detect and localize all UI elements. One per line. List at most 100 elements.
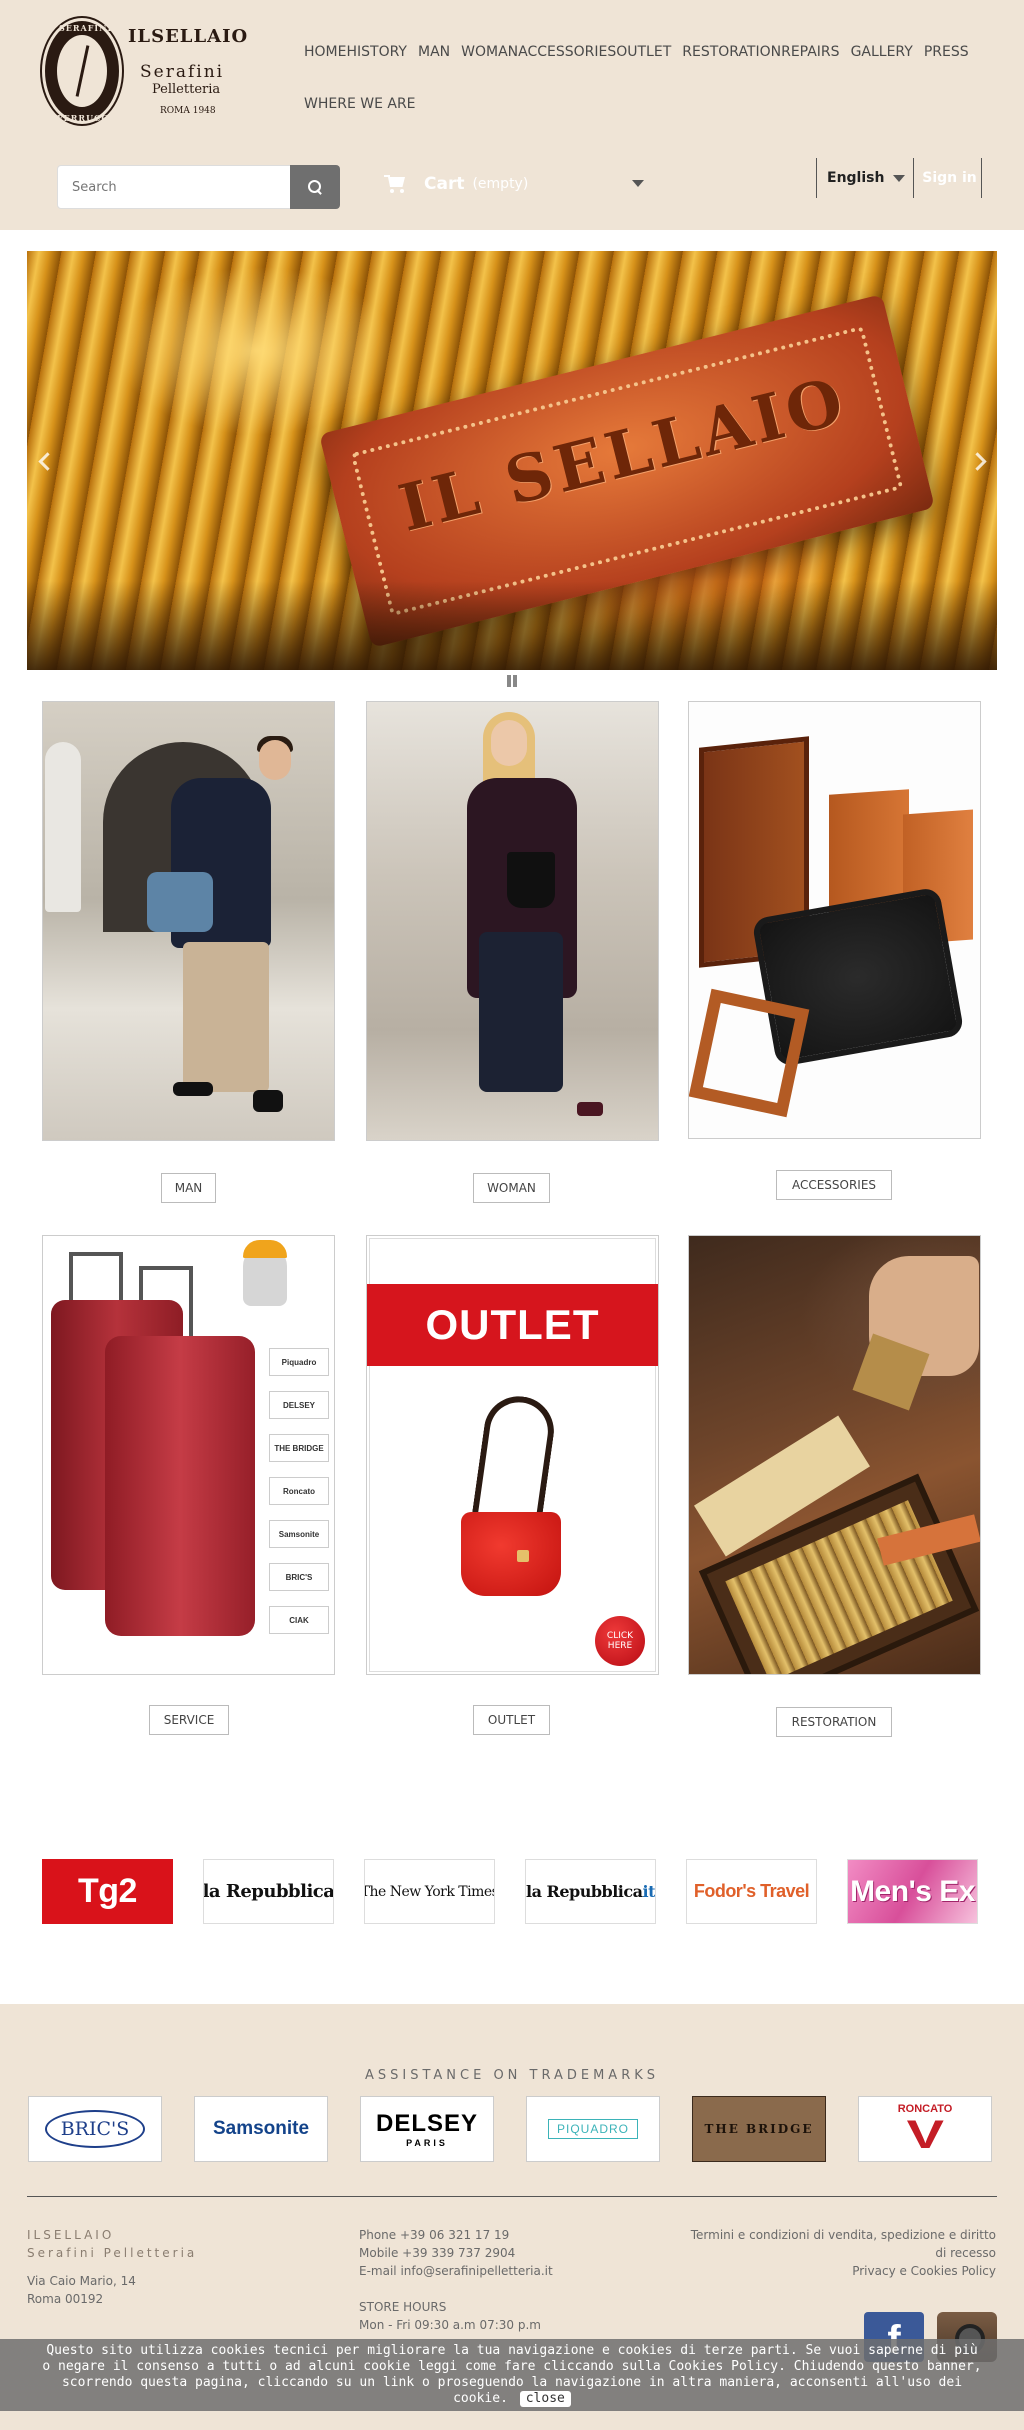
footer-phone[interactable]: Phone +39 06 321 17 19 (359, 2226, 659, 2244)
press-logo-text: Fodor's Travel (693, 1881, 810, 1901)
category-image-restoration[interactable] (688, 1235, 981, 1675)
trademark-name: Samsonite (212, 2118, 310, 2139)
category-image-accessories[interactable] (688, 701, 981, 1139)
trademark-delsey[interactable]: DELSEY PARIS (360, 2096, 494, 2162)
cookie-close-button[interactable]: close (519, 2391, 571, 2407)
press-logo-repubblica[interactable]: la Repubblica (203, 1859, 334, 1924)
nav-restoration[interactable]: RESTORATION (682, 44, 781, 60)
logo-seal-top: SERAFINI (59, 23, 113, 33)
footer-brand: ILSELLAIO (27, 2228, 115, 2242)
outlet-banner-text: OUTLET (425, 1301, 600, 1348)
trademark-name: BRIC'S (44, 2110, 146, 2148)
press-logo-nyt[interactable]: The New York Times (364, 1859, 495, 1924)
chevron-right-icon[interactable] (971, 447, 987, 475)
footer-street: Via Caio Mario, 14 (27, 2274, 136, 2288)
footer-city: Roma 00192 (27, 2292, 104, 2306)
site-logo[interactable]: SERAFINI FERRUCCIO ILSELLAIO Serafini Pe… (42, 18, 252, 128)
site-header: SERAFINI FERRUCCIO ILSELLAIO Serafini Pe… (0, 0, 1024, 230)
press-logo-suffix: it (642, 1882, 655, 1901)
language-selected: English (827, 170, 885, 186)
press-logo-text: la Repubblica (526, 1882, 643, 1901)
pause-icon[interactable] (507, 675, 517, 687)
service-brand-list: Piquadro DELSEY THE BRIDGE Roncato Samso… (269, 1348, 329, 1649)
service-brand: Roncato (269, 1477, 329, 1505)
nav-history[interactable]: HISTORY (346, 44, 407, 60)
category-button-restoration[interactable]: RESTORATION (776, 1707, 892, 1737)
footer-contact: Phone +39 06 321 17 19 Mobile +39 339 73… (359, 2226, 659, 2334)
press-logo-tg2[interactable]: Tg2 (42, 1859, 173, 1924)
category-image-woman[interactable] (366, 701, 659, 1141)
privacy-link[interactable]: Privacy e Cookies Policy (690, 2262, 996, 2280)
footer-mobile[interactable]: Mobile +39 339 737 2904 (359, 2244, 659, 2262)
nav-gallery[interactable]: GALLERY (851, 44, 913, 60)
nav-accessories[interactable]: ACCESSORIES (518, 44, 616, 60)
logo-seal-bottom: FERRUCCIO (57, 113, 122, 123)
cart-status: (empty) (472, 176, 529, 192)
category-button-woman[interactable]: WOMAN (473, 1173, 550, 1203)
click-here-badge[interactable]: CLICK HERE (595, 1616, 645, 1666)
search-button[interactable] (290, 165, 340, 209)
cart-label: Cart (424, 174, 465, 194)
chevron-down-icon (893, 175, 905, 182)
footer-email[interactable]: E-mail info@serafinipelletteria.it (359, 2262, 659, 2280)
trademark-sub: PARIS (406, 2138, 448, 2148)
press-logo-text: The New York Times (364, 1883, 495, 1900)
trademark-name: PIQUADRO (547, 2119, 638, 2139)
category-image-man[interactable] (42, 701, 335, 1141)
nav-where-we-are[interactable]: WHERE WE ARE (304, 96, 416, 112)
press-logo-text: la Repubblica (203, 1881, 334, 1902)
nav-press[interactable]: PRESS (924, 44, 969, 60)
category-button-accessories[interactable]: ACCESSORIES (776, 1170, 892, 1200)
service-brand: BRIC'S (269, 1563, 329, 1591)
search-input[interactable] (57, 165, 291, 209)
terms-link[interactable]: Termini e condizioni di vendita, spedizi… (690, 2226, 996, 2262)
service-brand: Samsonite (269, 1520, 329, 1548)
press-logo-text: Men's Ex (850, 1874, 975, 1908)
trademark-samsonite[interactable]: Samsonite (194, 2096, 328, 2162)
press-logo-text: Tg2 (78, 1872, 137, 1910)
trademark-name: THE BRIDGE (704, 2122, 814, 2136)
footer-brand-sub: Serafini Pelletteria (27, 2246, 198, 2260)
trademark-the-bridge[interactable]: THE BRIDGE (692, 2096, 826, 2162)
cookie-banner: Questo sito utilizza cookies tecnici per… (0, 2339, 1024, 2411)
category-button-man[interactable]: MAN (161, 1173, 216, 1203)
press-logo-repubblica-it[interactable]: la Repubblicait (525, 1859, 656, 1924)
main-nav: HOME HISTORY MAN WOMAN ACCESSORIES OUTLE… (304, 40, 984, 144)
cart-dropdown[interactable]: Cart (empty) (384, 168, 646, 200)
search-icon (308, 180, 322, 194)
service-brand: DELSEY (269, 1391, 329, 1419)
nav-outlet[interactable]: OUTLET (616, 44, 671, 60)
trademark-roncato[interactable]: RONCATO V (858, 2096, 992, 2162)
service-brand: Piquadro (269, 1348, 329, 1376)
cookie-banner-text: Questo sito utilizza cookies tecnici per… (42, 2343, 982, 2407)
category-image-service[interactable]: Piquadro DELSEY THE BRIDGE Roncato Samso… (42, 1235, 335, 1675)
cart-icon (384, 175, 406, 193)
language-selector[interactable]: English (816, 158, 914, 198)
trademark-brics[interactable]: BRIC'S (28, 2096, 162, 2162)
assistance-title: ASSISTANCE ON TRADEMARKS (364, 2068, 660, 2083)
nav-man[interactable]: MAN (418, 44, 450, 60)
store-hours-title: STORE HOURS (359, 2300, 447, 2314)
chevron-down-icon (632, 180, 644, 187)
logo-subtitle-2: Pelletteria (152, 82, 221, 97)
chevron-left-icon[interactable] (37, 447, 53, 475)
press-logo-mensex[interactable]: Men's Ex (847, 1859, 978, 1924)
category-button-service[interactable]: SERVICE (149, 1705, 229, 1735)
logo-year: ROMA 1948 (160, 106, 216, 116)
main-nav-row: HOME HISTORY MAN WOMAN ACCESSORIES OUTLE… (304, 40, 984, 64)
outlet-banner: OUTLET (367, 1284, 658, 1366)
main-nav-row-2: WHERE WE ARE (304, 92, 984, 116)
footer-address: ILSELLAIO Serafini Pelletteria Via Caio … (27, 2226, 327, 2308)
trademark-piquadro[interactable]: PIQUADRO (526, 2096, 660, 2162)
nav-home[interactable]: HOME (304, 44, 346, 60)
service-brand: CIAK (269, 1606, 329, 1634)
hero-slider[interactable]: IL SELLAIO (27, 251, 997, 670)
sign-in-link[interactable]: Sign in (918, 158, 982, 198)
nav-woman[interactable]: WOMAN (461, 44, 518, 60)
category-button-outlet[interactable]: OUTLET (473, 1705, 550, 1735)
press-logo-fodors[interactable]: Fodor's Travel (686, 1859, 817, 1924)
footer-divider (27, 2196, 997, 2197)
category-image-outlet[interactable]: OUTLET CLICK HERE (366, 1235, 659, 1675)
cookie-policy-link[interactable]: Cookies Policy (669, 2359, 779, 2374)
nav-repairs[interactable]: REPAIRS (781, 44, 839, 60)
